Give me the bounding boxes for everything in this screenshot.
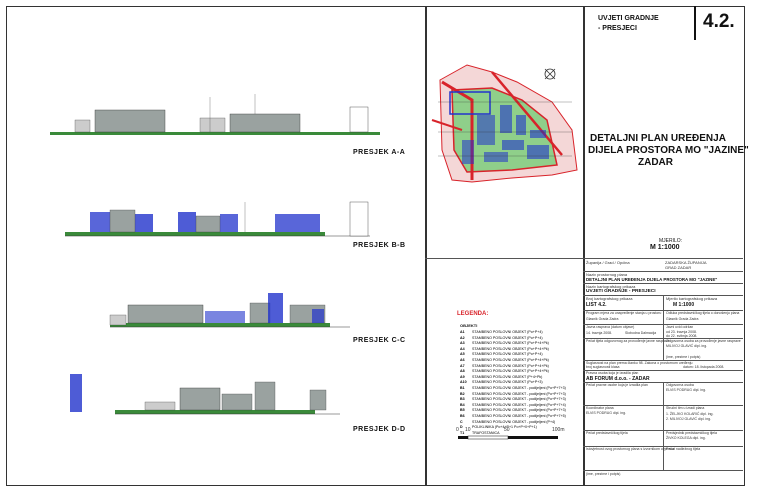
tb-r10-value: AB FORUM d.o.o. - ZADAR — [586, 376, 650, 382]
legend-item-text: STAMBENO POSLOVNI OBJEKT (Po+P+4+Pk) — [472, 346, 549, 351]
section-c-c-drawing — [109, 293, 350, 328]
tb-r6-left-b: 14. travnja 2008. — [586, 331, 613, 335]
tb-r6-right-b: do 22. svibnja 2008. — [666, 334, 698, 338]
tb-r7-right-b: MILIVOJ GLAVIĆ dipl. ing. — [666, 344, 708, 348]
section-b-b-drawing — [65, 201, 370, 237]
sheet-number: 4.2. — [703, 11, 735, 32]
legend-item-text: STAMBENO POSLOVNI OBJEKT (Po+P+4+Pk) — [472, 341, 549, 346]
header-label-1: UVJETI GRADNJE — [598, 15, 659, 22]
divider-right-top — [425, 258, 583, 259]
tb-r12-left: Koordinator plana — [586, 406, 614, 410]
plan-title-line-2: DIJELA PROSTORA MO "JAZINE" — [588, 145, 749, 156]
legend-item-text: STAMBENO POSLOVNI OBJEKT (Po+P+3) — [472, 380, 543, 385]
tb-r3-value: UVJETI GRADNJE - PRESJECI — [586, 289, 656, 294]
tb-r8-right: (ime, prezime i potpis) — [666, 355, 701, 359]
legend-item-text: STAMBENO POSLOVNI OBJEKT (Po+P+4) — [472, 352, 543, 357]
tb-r12-right-b: 2. MILIVOJ GLAVIĆ dipl. ing. — [666, 417, 712, 421]
section-label-c-c: PRESJEK C-C — [353, 337, 406, 344]
legend-item-text: STAMBENO POSLOVNI OBJEKT - podijeljeni (… — [472, 385, 566, 390]
tb-r12-right-a: 1. ŽELJKO KOLARIĆ dipl. ing. — [666, 412, 714, 416]
legend-item-text: STAMBENO POSLOVNI OBJEKT - podijeljeni (… — [472, 397, 566, 402]
section-label-a-a: PRESJEK A-A — [353, 149, 406, 156]
tb-r5-right: Odluka predstavničkog tijela o donošenju… — [666, 311, 740, 315]
scale-bar — [458, 435, 558, 440]
tb-r4-right-label: Mjerilo kartografskog prikaza — [666, 296, 718, 301]
legend-item-text: STAMBENO POSLOVNI OBJEKT - podijeljeni (… — [472, 402, 566, 407]
north-arrow-icon — [545, 68, 555, 78]
header-separator — [694, 6, 696, 40]
scale-bar-label-0: 0 — [456, 427, 459, 433]
tb-r9-left-b: broj suglasnosti klasa — [586, 365, 620, 369]
scale-bar-label-50: 50 — [504, 427, 510, 433]
tb-r4-left-value: LIST 4.2. — [586, 302, 607, 308]
title-block: Županija / Grad / Općina ZADARSKA ŽUPANI… — [583, 258, 743, 484]
scale-value: M 1:1000 — [650, 244, 680, 251]
plan-title-line-3: ZADAR — [638, 157, 673, 168]
legend-item-text: STAMBENO POSLOVNI OBJEKT (Po+P+4+Pk) — [472, 357, 549, 362]
scale-bar-label-10: 10 — [465, 427, 471, 433]
section-label-b-b: PRESJEK B-B — [353, 242, 406, 249]
tb-r2-value: DETALJNI PLAN UREĐENJA DIJELA PROSTORA M… — [586, 277, 718, 282]
legend-subtitle: OBJEKTI — [460, 323, 478, 328]
tb-r6-left: Javna rasprava (datum objave) — [586, 325, 635, 329]
legend-item-text: STAMBENO POSLOVNI OBJEKT - podijeljeni (… — [472, 408, 566, 413]
tb-r12-left-b: ELVIS PODRUG dipl. ing. — [586, 411, 627, 415]
tb-r11-left: Pečat pravne osobe koja je izradila plan — [586, 383, 648, 387]
tb-r13-left: Pečat predstavničkog tijela — [586, 431, 628, 435]
tb-r12-right: Stručni tim u izradi plana — [666, 406, 705, 410]
tb-r10-label: Pravna osoba koja je izradila plan — [586, 371, 639, 375]
tb-r15-left: (ime, prezime i potpis) — [586, 472, 621, 476]
legend-title: LEGENDA: — [457, 311, 489, 317]
tb-r5-left-b: Glasnik Grada Zadra — [586, 317, 619, 321]
legend-item-text: STAMBENO POSLOVNI OBJEKT (Po+P+4) — [472, 330, 543, 334]
legend-item-text: STAMBENO POSLOVNI OBJEKT - podijeljeni (… — [472, 391, 566, 396]
tb-r7-left: Pečat tijela odgovornog za provođenje ja… — [586, 339, 670, 343]
section-a-a-drawing — [50, 94, 380, 135]
tb-r14-left: Istovjetnost ovog prostornog plana s izv… — [586, 447, 675, 451]
legend-item-text: STAMBENO POSLOVNI OBJEKT - podijeljeni (… — [472, 419, 556, 424]
tb-r9-right: datum: 18. listopada 2008. — [683, 365, 725, 369]
tb-r6-left-c: Slobodna Dalmacija — [625, 331, 657, 335]
tb-r1-left: Županija / Grad / Općina — [586, 260, 630, 265]
legend-item-text: STAMBENO POSLOVNI OBJEKT - podijeljeni (… — [472, 413, 566, 418]
scale-bar-label-100m: 100m — [552, 427, 565, 433]
tb-r6-right: Javni uvid održan — [666, 325, 694, 329]
legend-list: A1 STAMBENO POSLOVNI OBJEKT (Po+P+4) A2 STA… — [460, 330, 580, 436]
tb-r13-right-b: ŽIVKO KOLEGA dipl. ing. — [666, 436, 706, 440]
section-d-d-drawing — [70, 374, 340, 415]
tb-r5-left: Program mjera za unapređenje stanja u pr… — [586, 311, 662, 315]
site-map — [431, 64, 578, 183]
legend-item-text: STAMBENO POSLOVNI OBJEKT (Po+P+4) — [472, 335, 543, 340]
tb-r4-left-label: Broj kartografskog prikaza — [586, 296, 633, 301]
tb-r4-right-value: M 1:1000 — [673, 302, 695, 308]
tb-r1-right-b: GRAD ZADAR — [665, 265, 692, 270]
tb-r14-right: Pečat nadležnog tijela — [666, 447, 701, 451]
tb-r5-right-b: Glasnik Grada Zadra — [666, 317, 699, 321]
tb-r7-right: Odgovorna osoba za provođenje javne rasp… — [666, 339, 741, 343]
legend-item-text: STAMBENO POSLOVNI OBJEKT (P+4+Pk) — [472, 374, 543, 379]
header-label-2: - PRESJECI — [598, 25, 637, 32]
legend-item-text: STAMBENO POSLOVNI OBJEKT (Po+P+4+Pk) — [472, 363, 549, 368]
legend-item-text: STAMBENO POSLOVNI OBJEKT (Po+P+4+Pk) — [472, 369, 549, 374]
tb-r11-right: Odgovorna osoba — [666, 383, 694, 387]
tb-r13-right: Predsjednik predstavničkog tijela — [666, 431, 717, 435]
section-label-d-d: PRESJEK D-D — [353, 426, 406, 433]
plan-title-line-1: DETALJNI PLAN UREĐENJA — [590, 133, 726, 144]
tb-r11-right-b: ELVIS PODRUG dipl. ing. — [666, 388, 707, 392]
